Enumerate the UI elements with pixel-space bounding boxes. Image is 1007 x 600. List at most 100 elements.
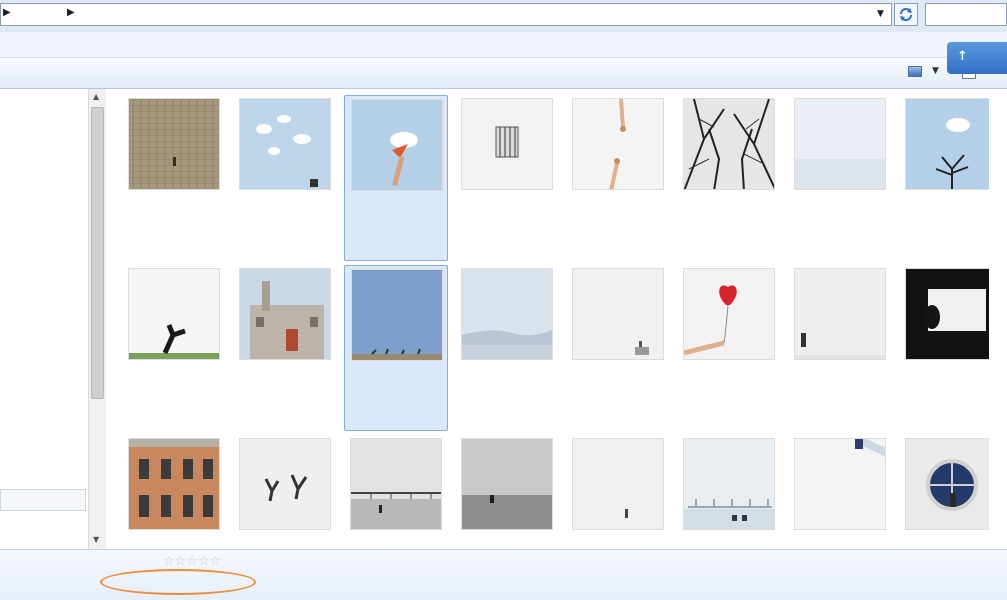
star-icon[interactable]: ☆ (163, 554, 175, 569)
file-item[interactable] (788, 435, 892, 549)
file-item[interactable] (899, 265, 1003, 431)
file-name (344, 534, 448, 549)
navigation-pane[interactable] (0, 89, 88, 549)
file-item[interactable] (455, 265, 559, 431)
refresh-icon (900, 8, 912, 21)
file-item[interactable] (899, 95, 1003, 261)
content-scroll-track[interactable] (989, 89, 1007, 549)
menu-bar (0, 32, 1007, 58)
file-item[interactable] (566, 95, 670, 261)
file-name (788, 194, 892, 260)
file-name (233, 194, 337, 260)
file-thumbnail[interactable] (128, 268, 220, 360)
file-item[interactable] (455, 95, 559, 261)
file-thumbnail[interactable] (572, 98, 664, 190)
file-item[interactable] (566, 265, 670, 431)
file-thumbnail[interactable] (905, 98, 997, 190)
scroll-down-icon[interactable]: ▼ (93, 535, 99, 544)
file-item[interactable] (677, 265, 781, 431)
file-name (122, 364, 226, 430)
file-item[interactable] (122, 95, 226, 261)
scrollbar-thumb[interactable] (91, 107, 104, 399)
file-thumbnail[interactable] (128, 438, 220, 530)
file-thumbnail[interactable] (461, 268, 553, 360)
file-name (788, 534, 892, 549)
file-name (677, 534, 781, 549)
upload-badge[interactable]: ↑ (947, 42, 1007, 74)
file-thumbnail[interactable] (905, 438, 997, 530)
file-thumbnail[interactable] (683, 438, 775, 530)
file-name (345, 365, 449, 431)
file-thumbnail[interactable] (239, 438, 331, 530)
refresh-button[interactable] (894, 3, 918, 26)
file-item[interactable] (455, 435, 559, 549)
file-name (566, 534, 670, 549)
file-item[interactable] (233, 95, 337, 261)
file-thumbnail[interactable] (461, 438, 553, 530)
file-thumbnail[interactable] (794, 268, 886, 360)
file-name (455, 534, 559, 549)
file-thumbnail[interactable] (572, 268, 664, 360)
change-view-icon[interactable] (908, 66, 922, 77)
file-name (122, 194, 226, 260)
file-name (899, 534, 1003, 549)
file-item[interactable] (788, 265, 892, 431)
address-bar: ▶ ▶ ▼ (0, 0, 1007, 32)
file-name (345, 195, 449, 261)
file-name (566, 194, 670, 260)
address-history-dropdown-icon[interactable]: ▼ (877, 9, 884, 19)
file-name (899, 364, 1003, 430)
star-icon[interactable]: ☆ (186, 554, 198, 569)
file-thumbnail[interactable] (683, 268, 775, 360)
file-name (455, 194, 559, 260)
file-item-selected[interactable] (344, 265, 448, 431)
star-icon[interactable]: ☆ (198, 554, 210, 569)
file-item[interactable] (677, 435, 781, 549)
file-name (233, 364, 337, 430)
file-thumbnail[interactable] (794, 98, 886, 190)
file-name (677, 194, 781, 260)
file-item[interactable] (566, 435, 670, 549)
breadcrumb-arrow-icon[interactable]: ▶ (67, 7, 75, 18)
upload-arrow-icon: ↑ (957, 49, 968, 64)
file-item[interactable] (677, 95, 781, 261)
file-item[interactable] (122, 435, 226, 549)
file-item[interactable] (233, 265, 337, 431)
file-thumbnail[interactable] (461, 98, 553, 190)
star-icon[interactable]: ☆ (175, 554, 187, 569)
view-dropdown-icon[interactable]: ▼ (932, 66, 939, 76)
file-name (455, 364, 559, 430)
star-icon[interactable]: ☆ (210, 554, 222, 569)
file-name (122, 534, 226, 549)
file-item[interactable] (233, 435, 337, 549)
file-name (899, 194, 1003, 260)
file-thumbnail[interactable] (905, 268, 997, 360)
file-name (566, 364, 670, 430)
rating-stars[interactable]: ☆☆☆☆☆ (163, 554, 221, 569)
file-thumbnail[interactable] (128, 98, 220, 190)
file-thumbnail[interactable] (794, 438, 886, 530)
file-name (233, 534, 337, 549)
search-box[interactable] (925, 3, 1007, 26)
file-thumbnail[interactable] (239, 98, 331, 190)
file-thumbnail[interactable] (683, 98, 775, 190)
file-item[interactable] (788, 95, 892, 261)
file-item-selected[interactable] (344, 95, 448, 261)
file-item[interactable] (899, 435, 1003, 549)
file-thumbnail[interactable] (572, 438, 664, 530)
dimensions-highlight (100, 569, 256, 595)
file-thumbnail[interactable] (239, 268, 331, 360)
file-thumbnail[interactable] (351, 99, 443, 191)
file-item[interactable] (344, 435, 448, 549)
file-thumbnail[interactable] (350, 438, 442, 530)
file-thumbnail[interactable] (351, 269, 443, 361)
file-name (677, 364, 781, 430)
file-name (788, 364, 892, 430)
file-item[interactable] (122, 265, 226, 431)
breadcrumb-arrow-icon[interactable]: ▶ (3, 7, 11, 18)
navigation-pane-item[interactable] (0, 489, 86, 511)
scroll-up-icon[interactable]: ▲ (93, 92, 99, 101)
navigation-scrollbar[interactable]: ▲ ▼ (88, 89, 106, 549)
address-field[interactable]: ▶ ▶ ▼ (0, 3, 892, 26)
file-list[interactable] (107, 89, 1007, 549)
